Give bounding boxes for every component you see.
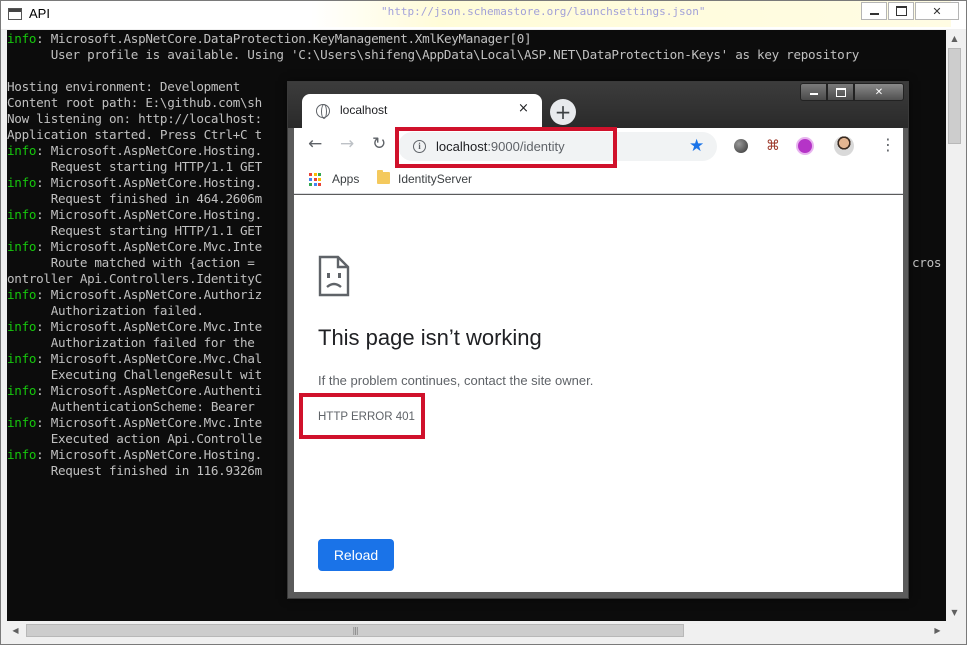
error-description: If the problem continues, contact the si… <box>318 373 594 388</box>
log-text: Hosting environment: Development <box>7 79 241 94</box>
scroll-down-arrow-icon[interactable]: ▼ <box>946 604 963 621</box>
reload-icon[interactable]: ↻ <box>372 136 386 153</box>
log-text: Content root path: E:\github.com\sh <box>7 95 262 110</box>
scroll-right-arrow-icon[interactable]: ▶ <box>929 622 946 639</box>
star-icon[interactable]: ★ <box>689 136 704 156</box>
log-text: Request finished in 464.2606m <box>7 191 262 206</box>
tab-title: localhost <box>340 103 388 117</box>
log-text: : Microsoft.AspNetCore.Mvc.Chal <box>36 351 262 366</box>
log-text: Request starting HTTP/1.1 GET <box>7 223 262 238</box>
log-level-label: info <box>7 447 37 462</box>
extension-pdf-icon[interactable] <box>762 136 784 156</box>
size-grip[interactable] <box>946 622 963 639</box>
tab-close-icon[interactable]: × <box>518 101 529 116</box>
log-level-label: info <box>7 31 37 46</box>
log-text: Executed action Api.Controlle <box>7 431 262 446</box>
log-text: : Microsoft.AspNetCore.DataProtection.Ke… <box>36 31 532 46</box>
new-tab-button[interactable]: + <box>550 99 576 125</box>
console-line: User profile is available. Using 'C:\Use… <box>7 47 946 63</box>
log-text: Request finished in 116.9326m <box>7 463 262 478</box>
back-arrow-icon[interactable]: ← <box>308 136 322 153</box>
log-text: : Microsoft.AspNetCore.Hosting. <box>36 447 262 462</box>
browser-maximize-button[interactable] <box>827 83 854 101</box>
forward-arrow-icon[interactable]: → <box>340 136 354 153</box>
log-level-label: info <box>7 415 37 430</box>
log-text: Executing ChallengeResult wit <box>7 367 262 382</box>
console-horizontal-scrollbar[interactable]: ◀ ▶ <box>7 622 946 639</box>
tab-localhost[interactable]: localhost × <box>302 94 542 128</box>
console-maximize-button[interactable] <box>888 2 914 20</box>
log-text: Authorization failed. <box>7 303 204 318</box>
console-close-button[interactable] <box>915 2 959 20</box>
bookmark-apps[interactable]: Apps <box>332 172 359 186</box>
log-text: Route matched with {action = <box>7 255 262 270</box>
log-text: : Microsoft.AspNetCore.Hosting. <box>36 175 262 190</box>
console-title: API <box>29 6 50 21</box>
console-app-icon <box>8 8 22 20</box>
error-code-highlight-box <box>299 393 425 439</box>
log-text: : Microsoft.AspNetCore.Mvc.Inte <box>36 415 262 430</box>
bookmark-identityserver[interactable]: IdentityServer <box>398 172 472 186</box>
browser-titlebar[interactable]: localhost × + <box>288 82 908 128</box>
log-text: Application started. Press Ctrl+C t <box>7 127 262 142</box>
log-text: : Microsoft.AspNetCore.Mvc.Inte <box>36 239 262 254</box>
log-text: Request starting HTTP/1.1 GET <box>7 159 262 174</box>
log-text: : Microsoft.AspNetCore.Hosting. <box>36 207 262 222</box>
scroll-up-arrow-icon[interactable]: ▲ <box>946 30 963 47</box>
log-level-label: info <box>7 143 37 158</box>
horizontal-scroll-thumb[interactable] <box>26 624 684 637</box>
console-minimize-button[interactable] <box>861 2 887 20</box>
log-level-label: info <box>7 319 37 334</box>
console-right-fragment: cros <box>912 255 942 270</box>
vertical-scroll-thumb[interactable] <box>948 48 961 144</box>
console-titlebar[interactable]: API "http://json.schemastore.org/launchs… <box>1 1 966 29</box>
log-text: : Microsoft.AspNetCore.Mvc.Inte <box>36 319 262 334</box>
menu-dots-icon[interactable]: ⋮ <box>880 137 896 153</box>
log-level-label: info <box>7 207 37 222</box>
browser-window-controls <box>800 83 904 102</box>
extension-icons <box>730 136 854 156</box>
extension-graphql-icon[interactable] <box>794 136 816 156</box>
log-level-label: info <box>7 287 37 302</box>
background-editor-url: "http://json.schemastore.org/launchsetti… <box>381 5 706 18</box>
log-text: : Microsoft.AspNetCore.Authenti <box>36 383 262 398</box>
log-level-label: info <box>7 383 37 398</box>
error-title: This page isn’t working <box>318 325 542 350</box>
log-text: ontroller Api.Controllers.IdentityC <box>7 271 262 286</box>
log-level-label: info <box>7 239 37 254</box>
profile-avatar[interactable] <box>834 136 854 156</box>
console-vertical-scrollbar[interactable]: ▲ ▼ <box>946 30 963 621</box>
scroll-left-arrow-icon[interactable]: ◀ <box>7 622 24 639</box>
url-highlight-box <box>395 127 617 168</box>
extension-react-icon[interactable] <box>730 136 752 156</box>
apps-grid-icon[interactable] <box>309 173 322 186</box>
folder-icon <box>377 170 390 184</box>
bookmarks-bar: Apps IdentityServer <box>294 164 903 194</box>
sad-page-icon <box>318 255 350 297</box>
log-level-label: info <box>7 175 37 190</box>
browser-close-button[interactable] <box>854 83 904 101</box>
log-text: AuthenticationScheme: Bearer <box>7 399 262 414</box>
log-text: User profile is available. Using 'C:\Use… <box>7 47 860 62</box>
log-text: Now listening on: http://localhost: <box>7 111 262 126</box>
log-text: : Microsoft.AspNetCore.Hosting. <box>36 143 262 158</box>
console-line: info: Microsoft.AspNetCore.DataProtectio… <box>7 31 946 47</box>
log-text: : Microsoft.AspNetCore.Authoriz <box>36 287 262 302</box>
log-text: Authorization failed for the <box>7 335 262 350</box>
reload-button[interactable]: Reload <box>318 539 394 571</box>
browser-minimize-button[interactable] <box>800 83 827 101</box>
globe-icon <box>316 104 330 119</box>
log-level-label: info <box>7 351 37 366</box>
